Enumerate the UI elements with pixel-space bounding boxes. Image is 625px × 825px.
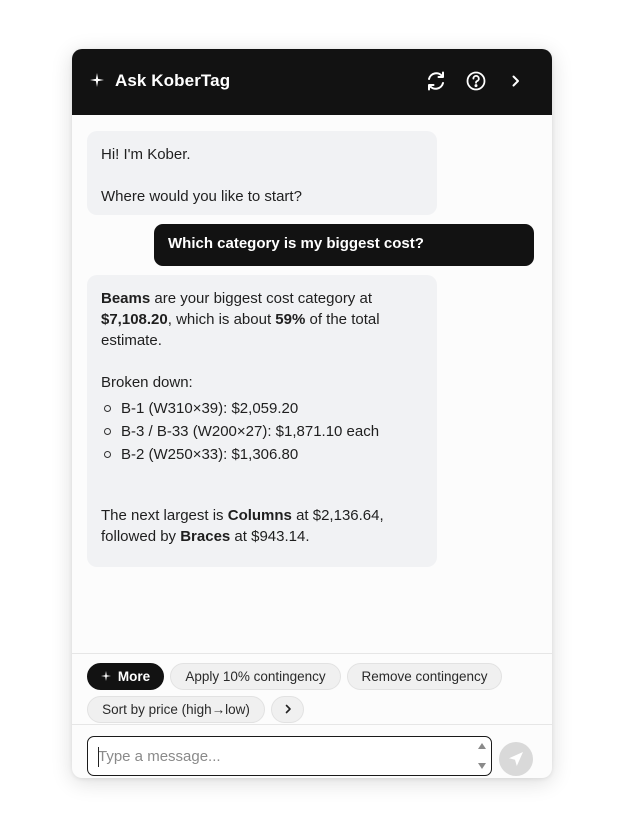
user-message: Which category is my biggest cost?	[154, 224, 534, 266]
more-label: More	[117, 669, 151, 684]
greeting-text: Hi! I'm Kober.	[101, 146, 191, 163]
answer-amount: $7,108.20	[101, 311, 168, 328]
chips-next-button[interactable]	[271, 696, 304, 723]
send-button[interactable]	[499, 742, 533, 776]
more-button[interactable]: More	[87, 663, 164, 690]
chevron-right-icon	[505, 70, 527, 92]
suggestion-chips: More Apply 10% contingency Remove contin…	[72, 654, 552, 724]
sparkle-icon	[90, 73, 104, 87]
chat-header: Ask KoberTag	[72, 49, 552, 115]
answer-bold-braces: Braces	[180, 528, 231, 545]
answer-percent: 59%	[275, 311, 306, 328]
refresh-icon	[425, 70, 447, 92]
message-list[interactable]: Hi! I'm Kober. Where would you like to s…	[72, 115, 552, 653]
chevron-right-icon	[282, 702, 294, 717]
collapse-button[interactable]	[505, 70, 527, 92]
help-button[interactable]	[465, 70, 487, 92]
help-icon	[465, 70, 487, 92]
breakdown-list: B-1 (W310×39): $2,059.20 B-3 / B-33 (W20…	[101, 397, 423, 466]
greeting-prompt: Where would you like to start?	[101, 188, 302, 205]
chat-title: Ask KoberTag	[115, 71, 231, 90]
breakdown-label: Broken down:	[101, 374, 193, 391]
sparkle-icon	[100, 664, 111, 689]
bot-message-greeting: Hi! I'm Kober. Where would you like to s…	[87, 131, 437, 215]
answer-bold-beams: Beams	[101, 290, 151, 307]
chat-widget: Ask KoberTag Hi! I'm Kober. Where would …	[72, 49, 552, 778]
chip-apply-contingency[interactable]: Apply 10% contingency	[170, 663, 341, 690]
answer-summary: Beams are your biggest cost category at …	[101, 290, 380, 349]
message-input-wrapper	[87, 736, 492, 776]
list-item: B-1 (W310×39): $2,059.20	[101, 397, 423, 420]
textarea-scrollbar[interactable]	[477, 740, 487, 772]
chip-sort-by-price[interactable]: Sort by price (high→low)	[87, 696, 265, 723]
list-item: B-3 / B-33 (W200×27): $1,871.10 each	[101, 420, 423, 443]
answer-bold-columns: Columns	[227, 507, 292, 524]
chip-remove-contingency[interactable]: Remove contingency	[347, 663, 502, 690]
answer-followup: The next largest is Columns at $2,136.64…	[101, 507, 384, 545]
bot-message-answer: Beams are your biggest cost category at …	[87, 275, 437, 567]
message-input[interactable]	[98, 746, 468, 768]
list-item: B-2 (W250×33): $1,306.80	[101, 443, 423, 466]
text-caret	[98, 747, 99, 767]
composer	[72, 725, 552, 778]
refresh-button[interactable]	[425, 70, 447, 92]
